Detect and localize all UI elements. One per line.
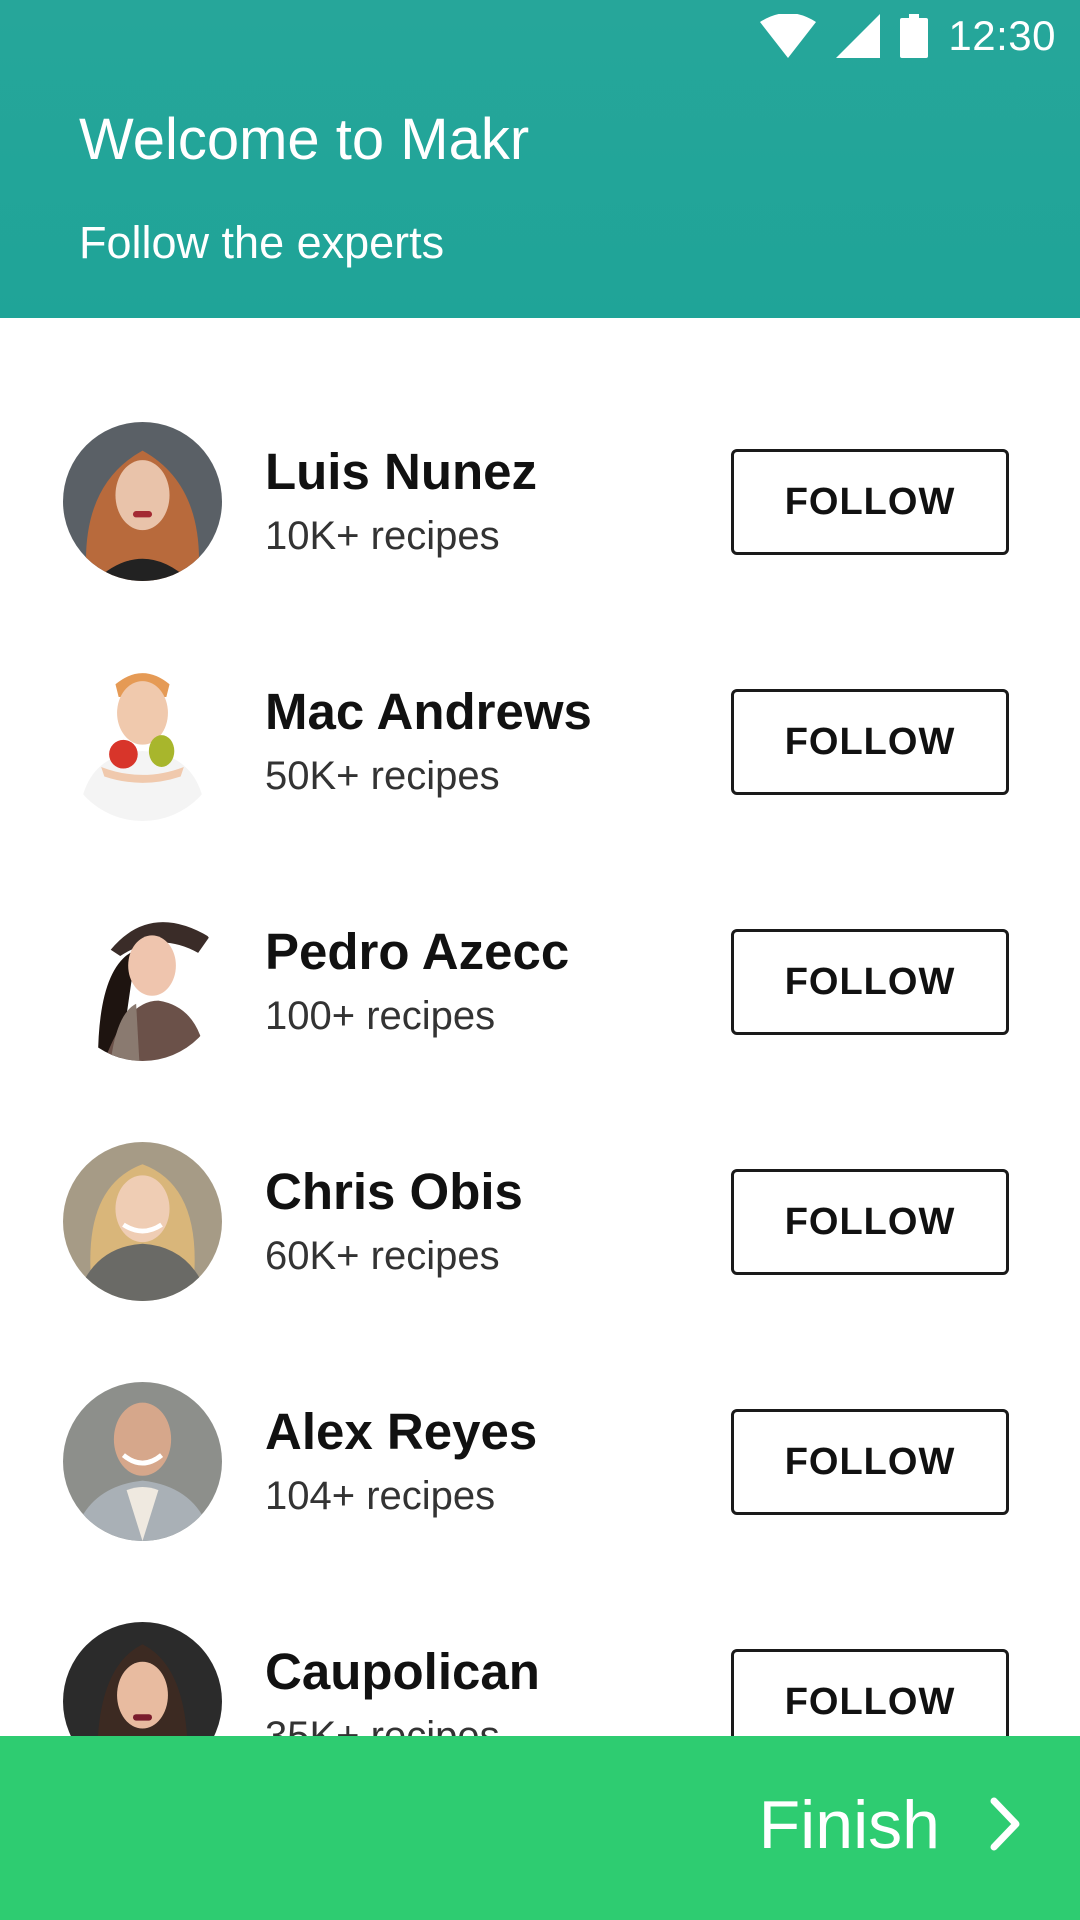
status-icons: 12:30	[760, 12, 1056, 59]
expert-name: Mac Andrews	[265, 683, 592, 740]
expert-name: Caupolican	[265, 1643, 540, 1700]
list-item: Luis Nunez 10K+ recipes FOLLOW	[0, 318, 1080, 581]
follow-button[interactable]: FOLLOW	[731, 929, 1009, 1035]
wifi-icon	[760, 14, 817, 58]
expert-name: Alex Reyes	[265, 1403, 538, 1460]
list-item: Mac Andrews 50K+ recipes FOLLOW	[0, 558, 1080, 821]
experts-list: Luis Nunez 10K+ recipes FOLLOW Mac Andre…	[0, 318, 1080, 1736]
expert-name: Pedro Azecc	[265, 923, 570, 980]
status-bar: 12:30	[0, 0, 1080, 72]
follow-button[interactable]: FOLLOW	[731, 1169, 1009, 1275]
status-time: 12:30	[948, 12, 1056, 59]
list-item: Alex Reyes 104+ recipes FOLLOW	[0, 1278, 1080, 1541]
footer-bar: Finish	[0, 1736, 1080, 1920]
recipe-count: 100+ recipes	[265, 994, 496, 1038]
chevron-right-icon	[990, 1797, 1020, 1854]
page-title: Welcome to Makr	[79, 107, 530, 172]
expert-name: Chris Obis	[265, 1163, 523, 1220]
avatar	[63, 1622, 222, 1736]
list-item: Caupolican 35K+ recipes FOLLOW	[0, 1518, 1080, 1736]
expert-name: Luis Nunez	[265, 443, 538, 500]
follow-button[interactable]: FOLLOW	[731, 449, 1009, 555]
follow-button[interactable]: FOLLOW	[731, 1409, 1009, 1515]
list-item: Pedro Azecc 100+ recipes FOLLOW	[0, 798, 1080, 1061]
battery-icon	[900, 14, 929, 58]
finish-label: Finish	[758, 1787, 940, 1863]
recipe-count: 10K+ recipes	[265, 514, 500, 558]
recipe-count: 60K+ recipes	[265, 1234, 500, 1278]
follow-button[interactable]: FOLLOW	[731, 1649, 1009, 1736]
recipe-count: 35K+ recipes	[265, 1714, 500, 1736]
page-subtitle: Follow the experts	[79, 217, 445, 268]
finish-button[interactable]: Finish	[759, 1786, 1020, 1864]
list-item: Chris Obis 60K+ recipes FOLLOW	[0, 1038, 1080, 1301]
app-header: 12:30 Welcome to Makr Follow the experts	[0, 0, 1080, 318]
recipe-count: 50K+ recipes	[265, 754, 500, 798]
cell-signal-icon	[836, 14, 881, 58]
follow-button[interactable]: FOLLOW	[731, 689, 1009, 795]
recipe-count: 104+ recipes	[265, 1474, 496, 1518]
